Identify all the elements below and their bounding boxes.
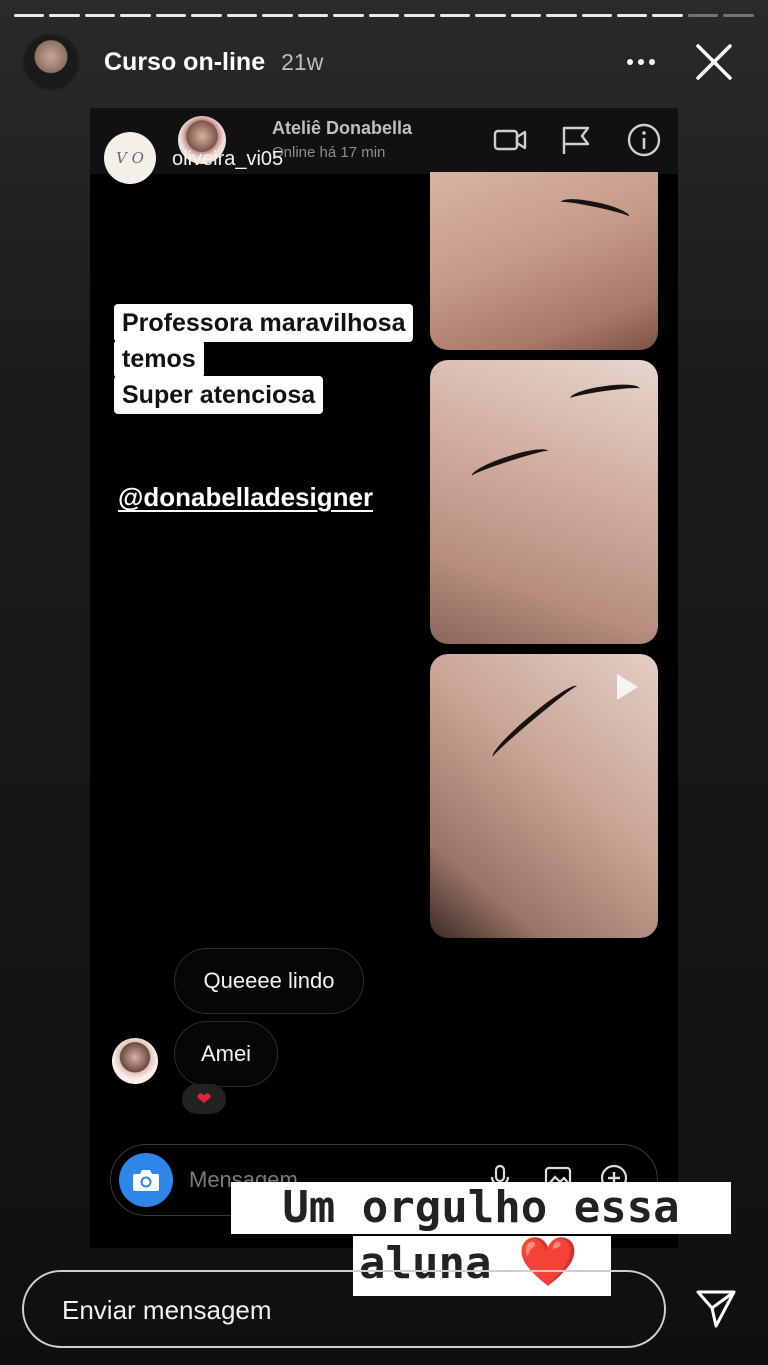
progress-segment [404, 14, 435, 17]
progress-segment [510, 14, 542, 17]
reply-input[interactable]: Enviar mensagem [22, 1270, 666, 1348]
progress-segment [226, 14, 258, 17]
story-handle: oliveira_vi05 [172, 148, 284, 170]
progress-segment [546, 14, 577, 17]
more-icon[interactable] [626, 58, 656, 66]
progress-segment [723, 14, 754, 17]
account-avatar[interactable] [22, 33, 80, 91]
progress-segment [333, 14, 364, 17]
vo-logo-badge: V O [104, 132, 156, 184]
progress-segment [439, 14, 471, 17]
story-header: Curso on-line 21w [22, 32, 750, 92]
progress-segment [475, 14, 506, 17]
text-sticker-line1: Um orgulho essa [231, 1182, 731, 1234]
video-call-icon [493, 129, 527, 151]
story-time: 21w [281, 48, 324, 75]
progress-segment [262, 14, 293, 17]
progress-segment [49, 14, 80, 17]
story-progress-bar [14, 14, 754, 18]
progress-segment [120, 14, 151, 17]
camera-button [119, 1153, 173, 1207]
caption-line: temos [114, 340, 204, 378]
progress-segment [616, 14, 648, 17]
reply-placeholder: Enviar mensagem [62, 1295, 272, 1325]
caption-line: Super atenciosa [114, 376, 324, 414]
eye-photo [430, 360, 658, 644]
heart-reaction: ❤ [182, 1084, 226, 1114]
progress-segment [84, 14, 116, 17]
dm-name: Ateliê Donabella [272, 118, 413, 138]
camera-icon [133, 1170, 159, 1191]
progress-segment [155, 14, 187, 17]
lash-video-thumbnail[interactable] [430, 654, 658, 938]
sender-avatar [112, 1038, 158, 1084]
message-bubble: Queeee lindo [174, 948, 364, 1014]
progress-segment [368, 14, 400, 17]
face-photo [430, 172, 658, 350]
close-icon[interactable] [694, 42, 734, 82]
progress-segment [581, 14, 612, 17]
caption-block: Professora maravilhosa temos Super atenc… [114, 304, 414, 414]
progress-segment [191, 14, 222, 17]
dm-status: Online há 17 min [272, 144, 386, 161]
info-icon [627, 123, 661, 157]
progress-segment [14, 14, 45, 17]
send-icon[interactable] [694, 1286, 738, 1330]
shared-screenshot: Ateliê Donabella Online há 17 min V O ol… [90, 108, 678, 1248]
flag-icon [562, 126, 590, 154]
message-bubble: Amei [174, 1021, 278, 1087]
caption-line: Professora maravilhosa [114, 304, 414, 342]
account-name[interactable]: Curso on-line [104, 48, 265, 77]
mention-link: @donabelladesigner [118, 482, 374, 512]
progress-segment [297, 14, 329, 17]
progress-segment [652, 14, 683, 17]
progress-segment [687, 14, 719, 17]
play-icon [617, 674, 638, 700]
